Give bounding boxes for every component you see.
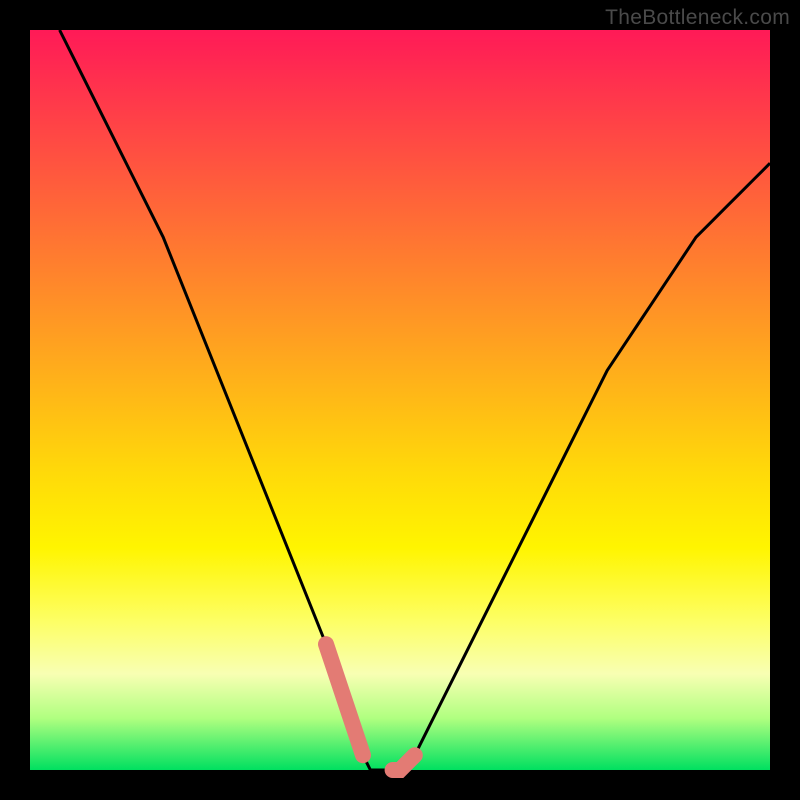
main-curve-path	[60, 30, 770, 770]
highlight-segment-right	[393, 755, 415, 770]
bottleneck-chart	[0, 0, 800, 800]
highlight-segment-left	[326, 644, 363, 755]
